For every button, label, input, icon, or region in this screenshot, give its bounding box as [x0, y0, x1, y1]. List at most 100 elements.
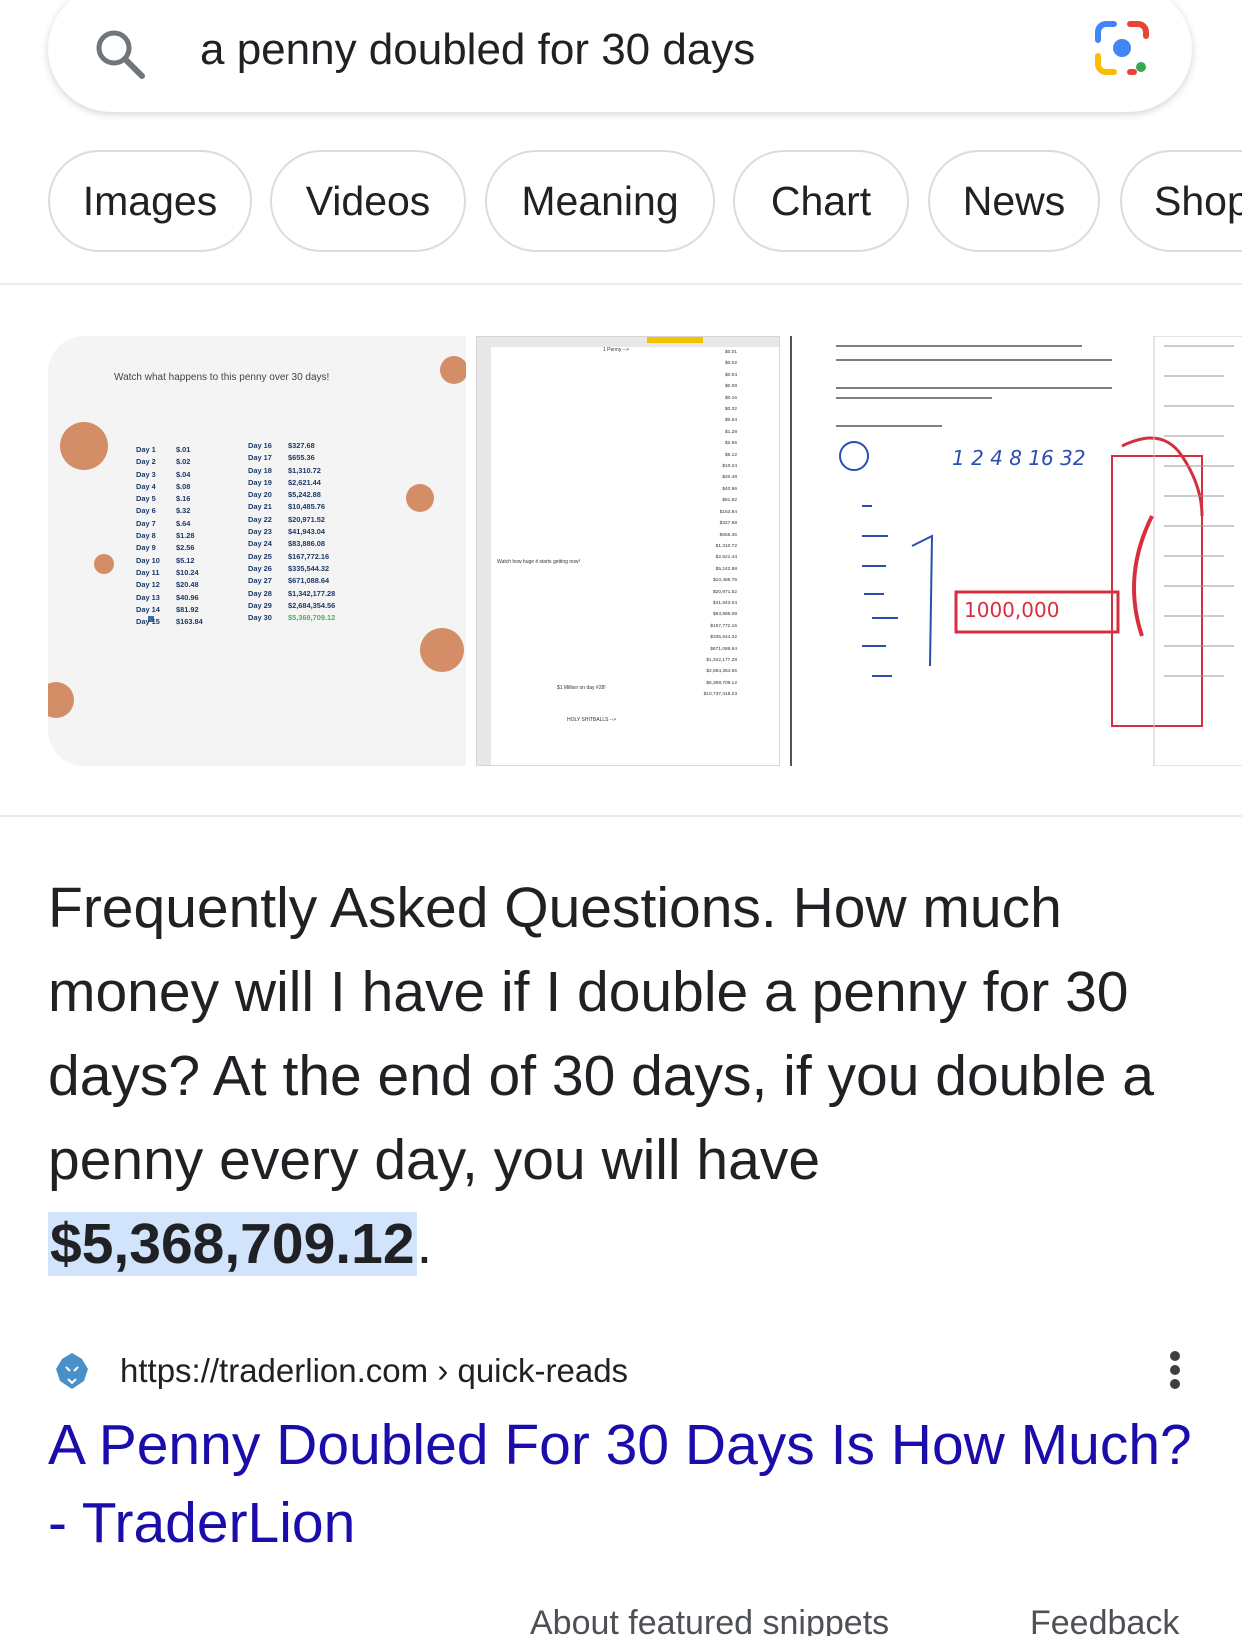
spreadsheet-cell: $83,886.08 — [712, 612, 737, 618]
spreadsheet-cell: $41,943.04 — [712, 600, 737, 606]
penny-table-row: Day 18 $1,310.72 — [248, 465, 335, 477]
spreadsheet-cell: $1,310.72 — [715, 543, 737, 549]
penny-table-day: Day 12 — [136, 580, 160, 590]
penny-table-row: Day 19 $2,621.44 — [248, 477, 335, 489]
penny-table-row: Day 3 $.04 — [136, 469, 203, 481]
penny-table-value: $655.36 — [288, 453, 315, 463]
spreadsheet-header — [477, 337, 779, 347]
about-featured-snippets-link[interactable]: About featured snippets — [530, 1604, 889, 1636]
penny-table-day: Day 11 — [136, 567, 160, 577]
google-lens-icon[interactable] — [1092, 18, 1152, 78]
penny-table-row: Day 14 $81.92 — [136, 604, 203, 616]
penny-table-day: Day 5 — [136, 494, 156, 504]
result-source[interactable]: https://traderlion.com › quick-reads — [48, 1345, 1198, 1405]
penny-table-day: Day 23 — [248, 527, 272, 537]
penny-table-row: Day 1 $.01 — [136, 444, 203, 456]
result-url[interactable]: https://traderlion.com › quick-reads — [120, 1349, 628, 1393]
penny-table-row: Day 4 $.08 — [136, 481, 203, 493]
penny-table-row: Day 26 $335,544.32 — [248, 563, 335, 575]
more-options-icon[interactable] — [1164, 1345, 1188, 1393]
penny-table-value: $.64 — [176, 518, 191, 528]
spreadsheet-row-header — [477, 337, 491, 765]
doubling-sequence: 1 2 4 8 16 32 — [952, 446, 1086, 470]
penny-table-day: Day 26 — [248, 563, 272, 573]
penny-table-day: Day 3 — [136, 469, 156, 479]
feedback-link[interactable]: Feedback — [1030, 1604, 1179, 1636]
penny-table-row: Day 25 $167,772.16 — [248, 551, 335, 563]
spreadsheet-selected-column — [647, 337, 703, 343]
spreadsheet-cell: $0.02 — [724, 361, 737, 367]
penny-table-day: Day 25 — [248, 551, 272, 561]
spreadsheet-cell: $10,485.76 — [712, 578, 737, 584]
penny-table-row: Day 10 $5.12 — [136, 555, 203, 567]
spreadsheet-cell: $655.36 — [719, 532, 737, 538]
chip-news[interactable]: News — [928, 150, 1100, 252]
search-icon[interactable] — [92, 26, 148, 82]
holy-label: HOLY SHITBALLS --> — [567, 717, 617, 723]
chip-images[interactable]: Images — [48, 150, 252, 252]
penny-table-row: Day 7 $.64 — [136, 518, 203, 530]
penny-table-day: Day 16 — [248, 441, 272, 450]
penny-table-day: Day 7 — [136, 518, 156, 528]
thumbnail-spreadsheet[interactable]: 1 Penny --> Watch how huge it starts get… — [476, 336, 780, 766]
filter-chips: Images Videos Meaning Chart News Shoppin… — [48, 150, 1242, 256]
penny-table-value: $.04 — [176, 469, 191, 479]
thumbnail-penny-table[interactable]: Watch what happens to this penny over 30… — [48, 336, 466, 766]
spreadsheet-cell: $2,684,354.56 — [706, 669, 737, 675]
penny-table-value: $81.92 — [176, 604, 199, 614]
answer-end: . — [416, 1212, 433, 1276]
penny-table-day: Day 8 — [136, 531, 156, 541]
penny-table-value: $163.84 — [176, 617, 203, 627]
penny-table-day: Day 10 — [136, 555, 160, 565]
chip-meaning[interactable]: Meaning — [485, 150, 715, 252]
penny-table-row: Day 22 $20,971.52 — [248, 514, 335, 526]
penny-table-title: Watch what happens to this penny over 30… — [114, 372, 330, 383]
penny-table-day: Day 4 — [136, 481, 156, 491]
spreadsheet-cell: $671,088.64 — [710, 646, 737, 652]
spreadsheet-cell: $0.64 — [724, 418, 737, 424]
spreadsheet-cell: $10,737,418.23 — [703, 692, 737, 698]
penny-table-day: Day 2 — [136, 457, 156, 467]
penny-table-row: Day 28 $1,342,177.28 — [248, 588, 335, 600]
spreadsheet-cell: $81.92 — [722, 498, 737, 504]
spreadsheet-cell: $20,971.52 — [712, 589, 737, 595]
spreadsheet-cell: $0.32 — [724, 407, 737, 413]
penny-table-day: Day 20 — [248, 490, 272, 500]
result-path: › quick-reads — [437, 1352, 629, 1389]
penny-table-row: Day 23 $41,943.04 — [248, 526, 335, 538]
watch-label: Watch how huge it starts getting now! — [497, 559, 580, 565]
featured-snippet-answer: Frequently Asked Questions. How much mon… — [48, 866, 1198, 1286]
spreadsheet-cell: $327.68 — [719, 521, 737, 527]
chip-chart[interactable]: Chart — [733, 150, 909, 252]
penny-table-row: Day 24 $83,886.08 — [248, 538, 335, 550]
penny-table-value: $10.24 — [176, 567, 199, 577]
million-note: 1000,000 — [964, 598, 1060, 622]
result-title-link[interactable]: A Penny Doubled For 30 Days Is How Much?… — [48, 1406, 1198, 1562]
chip-shopping[interactable]: Shopping — [1120, 150, 1242, 252]
penny-table-row: Day 8 $1.28 — [136, 530, 203, 542]
search-input[interactable]: a penny doubled for 30 days — [200, 22, 755, 78]
penny-table-value: $335,544.32 — [288, 563, 330, 573]
penny-table-row: Day 29 $2,684,354.56 — [248, 600, 335, 612]
penny-table-value: $5.12 — [176, 555, 195, 565]
spreadsheet-cell: $40.96 — [722, 486, 737, 492]
penny-table-day: Day 30 — [248, 613, 272, 623]
chip-videos[interactable]: Videos — [270, 150, 466, 252]
spreadsheet-cell: $5,368,709.12 — [706, 680, 737, 686]
spreadsheet-cell: $2,621.44 — [715, 555, 737, 561]
thumbnail-handwritten-notes[interactable]: 1 2 4 8 16 32 1000,000 — [790, 336, 1242, 766]
penny-table-row: Day 15 $163.84 — [136, 616, 203, 628]
spreadsheet-cell: $20.48 — [722, 475, 737, 481]
traderlion-favicon-icon — [56, 1353, 88, 1389]
penny-table-day: Day 28 — [248, 588, 272, 598]
spreadsheet-cell: $5.12 — [724, 452, 737, 458]
spreadsheet-cell: $167,772.16 — [710, 623, 737, 629]
penny-table-value: $.02 — [176, 457, 191, 467]
penny-table-row: Day 17 $655.36 — [248, 452, 335, 464]
spreadsheet-cell: $163.84 — [719, 509, 737, 515]
penny-table-row: Day 12 $20.48 — [136, 579, 203, 591]
spreadsheet-values: $0.01 $0.02 $0.04 $0.08 $0.16 $0.32 $0.64 $1.28… — [677, 347, 737, 701]
spreadsheet-cell: $335,544.32 — [710, 635, 737, 641]
penny-table-value: $1,342,177.28 — [288, 588, 336, 598]
penny-table-row: Day 16 $327.68 — [248, 440, 335, 452]
